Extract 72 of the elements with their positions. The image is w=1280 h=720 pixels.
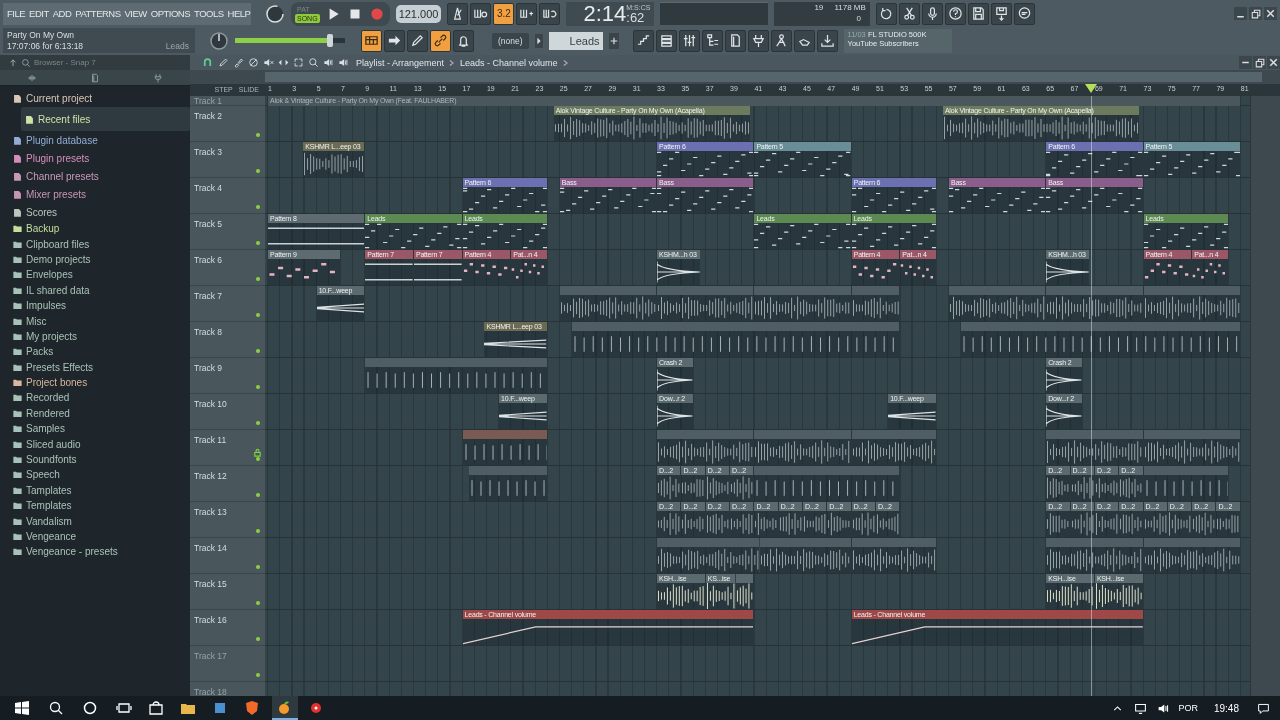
browser-item[interactable]: Vandalism (9, 513, 190, 529)
track-name: Track 5 (194, 219, 224, 229)
browser-item[interactable]: Envelopes (9, 267, 190, 283)
pattern-dropdown[interactable]: (none) (492, 32, 529, 49)
memory-usage: 1178 MB (834, 2, 866, 12)
browser-item[interactable]: Backup (9, 221, 190, 237)
browser-item[interactable]: Vengeance (9, 528, 190, 545)
browser-item[interactable]: Vengeance - presets (9, 544, 190, 560)
browser-item[interactable]: Soundfonts (9, 451, 190, 468)
track-name: Track 10 (194, 399, 228, 409)
browser-item[interactable]: Tamplates (9, 482, 190, 499)
browser-item[interactable]: Packs (9, 344, 190, 360)
track-name: Track 2 (194, 111, 224, 121)
browser-item[interactable]: Misc (9, 313, 190, 329)
menu-item[interactable]: TOOLS (194, 8, 224, 19)
language-indicator[interactable]: POR (1178, 703, 1198, 713)
browser-item[interactable]: Scores (9, 203, 190, 221)
countdown-button[interactable]: 3.2 (493, 2, 515, 25)
browser-item[interactable]: Mixer presets (9, 185, 190, 203)
browser-item[interactable]: Recorded (9, 390, 190, 406)
browser-item[interactable]: IL shared data (9, 282, 190, 298)
browser-item[interactable]: Templates (9, 498, 190, 514)
browser-item[interactable]: Clipboard files (9, 236, 190, 252)
track-name: Track 7 (194, 291, 224, 301)
track-name: Track 4 (194, 183, 224, 193)
tempo-display[interactable]: 121.000 (395, 4, 442, 23)
polyphony-count: 19 (814, 2, 824, 12)
track-name: Track 11 (194, 435, 228, 445)
browser-item[interactable]: Plugin presets (9, 149, 190, 167)
browser-item[interactable]: Current project (9, 89, 190, 107)
track-name: Track 9 (194, 363, 224, 373)
menu-item[interactable]: FILE (7, 8, 26, 19)
time-centiseconds: :62 (626, 10, 645, 24)
track-name: Track 3 (194, 147, 224, 157)
menu-item[interactable]: EDIT (29, 8, 49, 19)
track-name: Track 6 (194, 255, 224, 265)
browser-item[interactable]: Speech (9, 467, 190, 483)
menu-item[interactable]: PATTERNS (75, 8, 121, 19)
channel-selector[interactable]: Leads (548, 31, 603, 50)
track-name: Track 18 (194, 687, 228, 696)
track-name: Track 1 (194, 96, 224, 106)
menu-item[interactable]: HELP (227, 8, 251, 19)
time-value: 2:14 (583, 2, 627, 25)
breadcrumb-link[interactable]: Leads - Channel volume (460, 57, 558, 68)
track-name: Track 16 (194, 615, 228, 625)
track-name: Track 8 (194, 327, 224, 337)
browser-title: Browser - Snap 7 (34, 58, 96, 67)
browser-item[interactable]: My projects (9, 328, 190, 345)
song-title: Party On My Own (7, 30, 75, 40)
menu-item[interactable]: ADD (52, 8, 72, 19)
menu-item[interactable]: VIEW (124, 8, 147, 19)
channel-name: Leads (165, 41, 189, 51)
track-name: Track 15 (194, 579, 228, 589)
track-name: Track 17 (194, 651, 228, 661)
browser-item[interactable]: Project bones (9, 374, 190, 391)
browser-item[interactable]: Demo projects (9, 251, 190, 268)
browser-item[interactable]: Recent files (21, 107, 190, 131)
browser-item[interactable]: Presets Effects (9, 359, 190, 375)
track-name: Track 12 (194, 471, 228, 481)
taskbar-clock[interactable]: 19:48 (1213, 702, 1239, 714)
browser-item[interactable]: Channel presets (9, 167, 190, 185)
track-name: Track 14 (194, 543, 228, 553)
browser-item[interactable]: Rendered (9, 405, 190, 422)
song-time: 17:07:06 for 6:13:18 (7, 41, 84, 51)
breadcrumb-link[interactable]: Playlist - Arrangement (356, 57, 445, 68)
browser-item[interactable]: Samples (9, 421, 190, 437)
browser-item[interactable]: Impulses (9, 297, 190, 314)
track-name: Track 13 (194, 507, 228, 517)
browser-item[interactable]: Plugin database (9, 131, 190, 149)
dropout-count: 0 (856, 13, 861, 23)
browser-item[interactable]: Sliced audio (9, 436, 190, 452)
menu-item[interactable]: OPTIONS (150, 8, 191, 19)
